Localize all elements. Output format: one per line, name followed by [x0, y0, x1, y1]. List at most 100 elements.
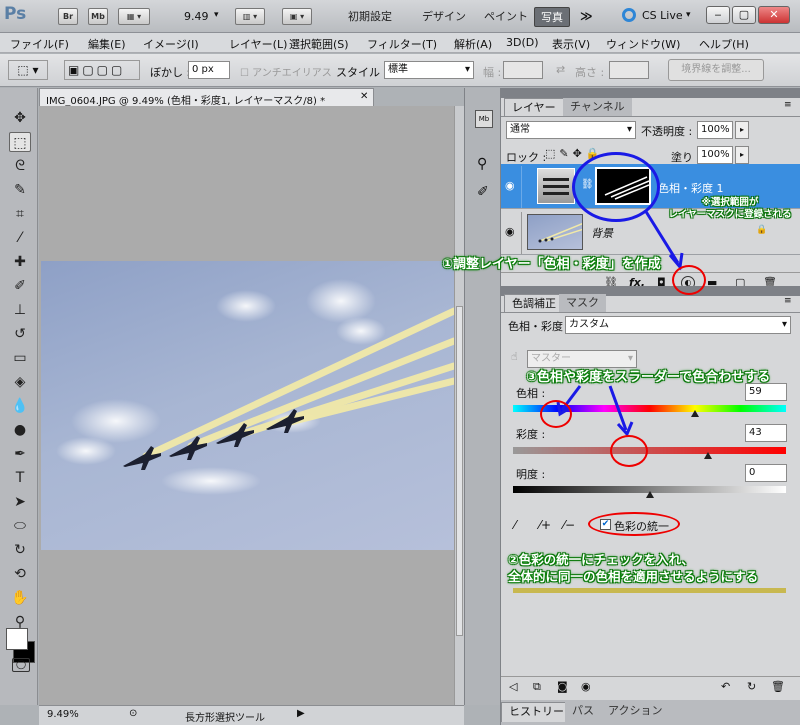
tab-history[interactable]: ヒストリー — [501, 702, 572, 722]
adjust-panel-menu-icon[interactable]: ≡ — [784, 296, 792, 306]
tool-preset-picker[interactable]: ⬚ ▾ — [8, 60, 48, 80]
status-zoom[interactable]: 9.49% — [47, 709, 79, 720]
clip-layer-icon[interactable]: ◙ — [557, 680, 568, 693]
visibility-icon[interactable]: ◉ — [581, 680, 591, 693]
menu-filter[interactable]: フィルター(T) — [367, 36, 437, 52]
crop-tool-icon[interactable]: ⌗ — [9, 204, 31, 224]
workspace-design[interactable]: デザイン — [416, 7, 472, 27]
minimize-button[interactable]: ‒ — [706, 6, 730, 24]
more-workspaces-icon[interactable]: ≫ — [580, 9, 593, 23]
clone-stamp-tool-icon[interactable]: ⊥ — [9, 300, 31, 320]
layer-name[interactable]: 色相・彩度 1 — [658, 180, 724, 196]
fill-slider-toggle[interactable]: ▸ — [735, 146, 749, 164]
screen-mode-button[interactable]: ▣ ▾ — [282, 8, 312, 25]
hand-tool-icon[interactable]: ✋ — [9, 588, 31, 608]
minibridge-button[interactable]: Mb — [88, 8, 108, 25]
hue-slider-thumb[interactable] — [690, 410, 699, 417]
panel-menu-icon[interactable]: ≡ — [784, 100, 792, 110]
opacity-input[interactable]: 100% — [697, 121, 733, 139]
menu-select[interactable]: 選択範囲(S) — [289, 36, 349, 52]
style-select[interactable]: 標準 ▾ — [384, 61, 474, 79]
eyedropper-icon[interactable]: ⁄ — [514, 518, 516, 532]
scrollbar-thumb[interactable] — [456, 306, 463, 636]
workspace-painting[interactable]: ペイント — [478, 7, 534, 27]
paint-bucket-tool-icon[interactable]: ◈ — [9, 372, 31, 392]
hue-input[interactable]: 59 — [745, 383, 787, 401]
expand-view-icon[interactable]: ⧉ — [533, 680, 541, 694]
delete-adjustment-icon[interactable]: 🗑 — [771, 680, 785, 693]
bridge-button[interactable]: Br — [58, 8, 78, 25]
menu-window[interactable]: ウィンドウ(W) — [606, 36, 680, 52]
tab-adjustments[interactable]: 色調補正 — [504, 294, 564, 312]
tab-actions[interactable]: アクション — [601, 702, 670, 722]
menu-edit[interactable]: 編集(E) — [88, 36, 126, 52]
3d-rotate-tool-icon[interactable]: ↻ — [9, 540, 31, 560]
canvas-vertical-scrollbar[interactable] — [454, 106, 464, 705]
return-arrow-icon[interactable]: ◁ — [509, 680, 517, 693]
healing-brush-tool-icon[interactable]: ✚ — [9, 252, 31, 272]
dodge-tool-icon[interactable]: ● — [9, 420, 31, 440]
maximize-button[interactable]: ▢ — [732, 6, 756, 24]
foreground-color-swatch[interactable] — [6, 628, 28, 650]
status-menu-icon[interactable]: ▶ — [297, 708, 305, 719]
rectangular-marquee-tool-icon[interactable]: ⬚ — [9, 132, 31, 152]
menu-3d[interactable]: 3D(D) — [506, 36, 539, 49]
path-selection-tool-icon[interactable]: ➤ — [9, 492, 31, 512]
pen-tool-icon[interactable]: ✒ — [9, 444, 31, 464]
opacity-slider-toggle[interactable]: ▸ — [735, 121, 749, 139]
eyedropper-tool-icon[interactable]: ⁄ — [9, 228, 31, 248]
workspace-photography[interactable]: 写真 — [534, 7, 570, 27]
eyedropper-plus-icon[interactable]: ⁄+ — [539, 518, 551, 532]
quick-selection-tool-icon[interactable]: ✎ — [9, 180, 31, 200]
zoom-dropdown-icon[interactable]: ▾ — [214, 10, 219, 20]
tab-paths[interactable]: パス — [565, 702, 601, 722]
saturation-input[interactable]: 43 — [745, 424, 787, 442]
swap-icon[interactable]: ⇄ — [556, 63, 565, 76]
tab-layers[interactable]: レイヤー — [504, 98, 564, 116]
cslive-label[interactable]: CS Live — [642, 9, 683, 22]
height-input[interactable] — [609, 61, 649, 79]
refine-edge-button[interactable]: 境界線を調整... — [668, 59, 764, 81]
layer-visibility-eye-icon[interactable]: ◉ — [505, 225, 519, 238]
3d-orbit-tool-icon[interactable]: ⟲ — [9, 564, 31, 584]
reset-icon[interactable]: ↻ — [747, 680, 756, 693]
minibridge-panel-icon[interactable]: Mb — [475, 110, 493, 128]
brush-panel-icon[interactable]: ✐ — [477, 184, 489, 200]
zoom-level[interactable]: 9.49 — [184, 10, 209, 23]
brush-tool-icon[interactable]: ✐ — [9, 276, 31, 296]
menu-file[interactable]: ファイル(F) — [10, 36, 69, 52]
quick-mask-icon[interactable]: ◯ — [12, 658, 30, 672]
menu-layer[interactable]: レイヤー(L) — [229, 36, 287, 52]
document-photo[interactable] — [41, 261, 454, 550]
workspace-essentials[interactable]: 初期設定 — [342, 7, 398, 27]
cslive-icon[interactable] — [622, 8, 636, 22]
close-document-icon[interactable]: ✕ — [360, 91, 368, 102]
ellipse-tool-icon[interactable]: ⬭ — [9, 516, 31, 536]
menu-view[interactable]: 表示(V) — [552, 36, 590, 52]
cslive-dropdown-icon[interactable]: ▾ — [686, 10, 691, 20]
arrange-documents-button[interactable]: ▥ ▾ — [235, 8, 265, 25]
document-tab[interactable]: IMG_0604.JPG @ 9.49% (色相・彩度1, レイヤーマスク/8)… — [39, 88, 374, 107]
eyedropper-minus-icon[interactable]: ⁄− — [563, 518, 575, 532]
tab-channels[interactable]: チャンネル — [563, 98, 632, 116]
adjustment-layer-thumbnail[interactable] — [537, 168, 575, 204]
blur-tool-icon[interactable]: 💧 — [9, 396, 31, 416]
menu-analysis[interactable]: 解析(A) — [454, 36, 492, 52]
width-input[interactable] — [503, 61, 543, 79]
antialias-checkbox-label[interactable]: ☐ アンチエイリアス — [240, 64, 332, 79]
selection-mode-buttons[interactable]: ▣▢▢▢ — [64, 60, 140, 80]
on-image-adjust-icon[interactable]: ☝ — [511, 350, 518, 363]
background-layer-thumbnail[interactable] — [527, 214, 583, 250]
tab-masks[interactable]: マスク — [559, 294, 606, 312]
lasso-tool-icon[interactable]: ᘓ — [9, 156, 31, 176]
feather-input[interactable]: 0 px — [188, 61, 230, 79]
saturation-slider-thumb[interactable] — [704, 452, 713, 459]
preset-select[interactable]: カスタム ▾ — [565, 316, 791, 334]
view-extras-button[interactable]: ▦ ▾ — [118, 8, 150, 25]
lightness-slider-thumb[interactable] — [645, 491, 654, 498]
type-tool-icon[interactable]: T — [9, 468, 31, 488]
menu-help[interactable]: ヘルプ(H) — [699, 36, 749, 52]
lightness-input[interactable]: 0 — [745, 464, 787, 482]
usb-panel-icon[interactable]: ⚲ — [477, 156, 487, 172]
history-brush-tool-icon[interactable]: ↺ — [9, 324, 31, 344]
